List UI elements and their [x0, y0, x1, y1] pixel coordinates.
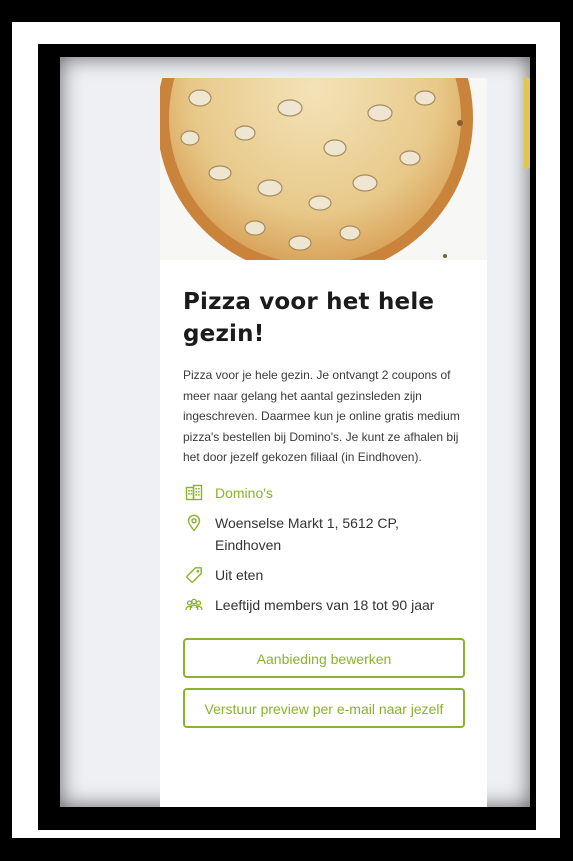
- offer-card: Pizza voor het hele gezin! Pizza voor je…: [160, 78, 487, 807]
- location-pin-icon: [187, 514, 201, 532]
- edit-offer-button[interactable]: Aanbieding bewerken: [183, 637, 465, 678]
- address-row: Woenselse Markt 1, 5612 CP, Eindhoven: [183, 512, 465, 556]
- tag-icon: [186, 566, 202, 583]
- offer-description: Pizza voor je hele gezin. Je ontvangt 2 …: [183, 368, 460, 464]
- category-row: Uit eten: [183, 564, 465, 586]
- building-icon: [185, 484, 203, 500]
- scroll-indicator[interactable]: [524, 77, 530, 169]
- send-preview-button[interactable]: Verstuur preview per e-mail naar jezelf: [183, 687, 465, 728]
- offer-title: Pizza voor het hele gezin!: [183, 289, 435, 347]
- age-range-text: Leeftijd members van 18 tot 90 jaar: [215, 596, 435, 613]
- pizza-image: [160, 78, 487, 260]
- category-text: Uit eten: [215, 566, 264, 583]
- age-row: Leeftijd members van 18 tot 90 jaar: [183, 594, 465, 616]
- people-icon: [185, 598, 203, 610]
- address-text: Woenselse Markt 1, 5612 CP, Eindhoven: [215, 514, 399, 553]
- partner-name[interactable]: Domino's: [215, 482, 273, 504]
- card-body: Pizza voor het hele gezin! Pizza voor je…: [160, 260, 487, 728]
- partner-row[interactable]: Domino's: [183, 482, 465, 504]
- app-viewport: Pizza voor het hele gezin! Pizza voor je…: [60, 57, 530, 807]
